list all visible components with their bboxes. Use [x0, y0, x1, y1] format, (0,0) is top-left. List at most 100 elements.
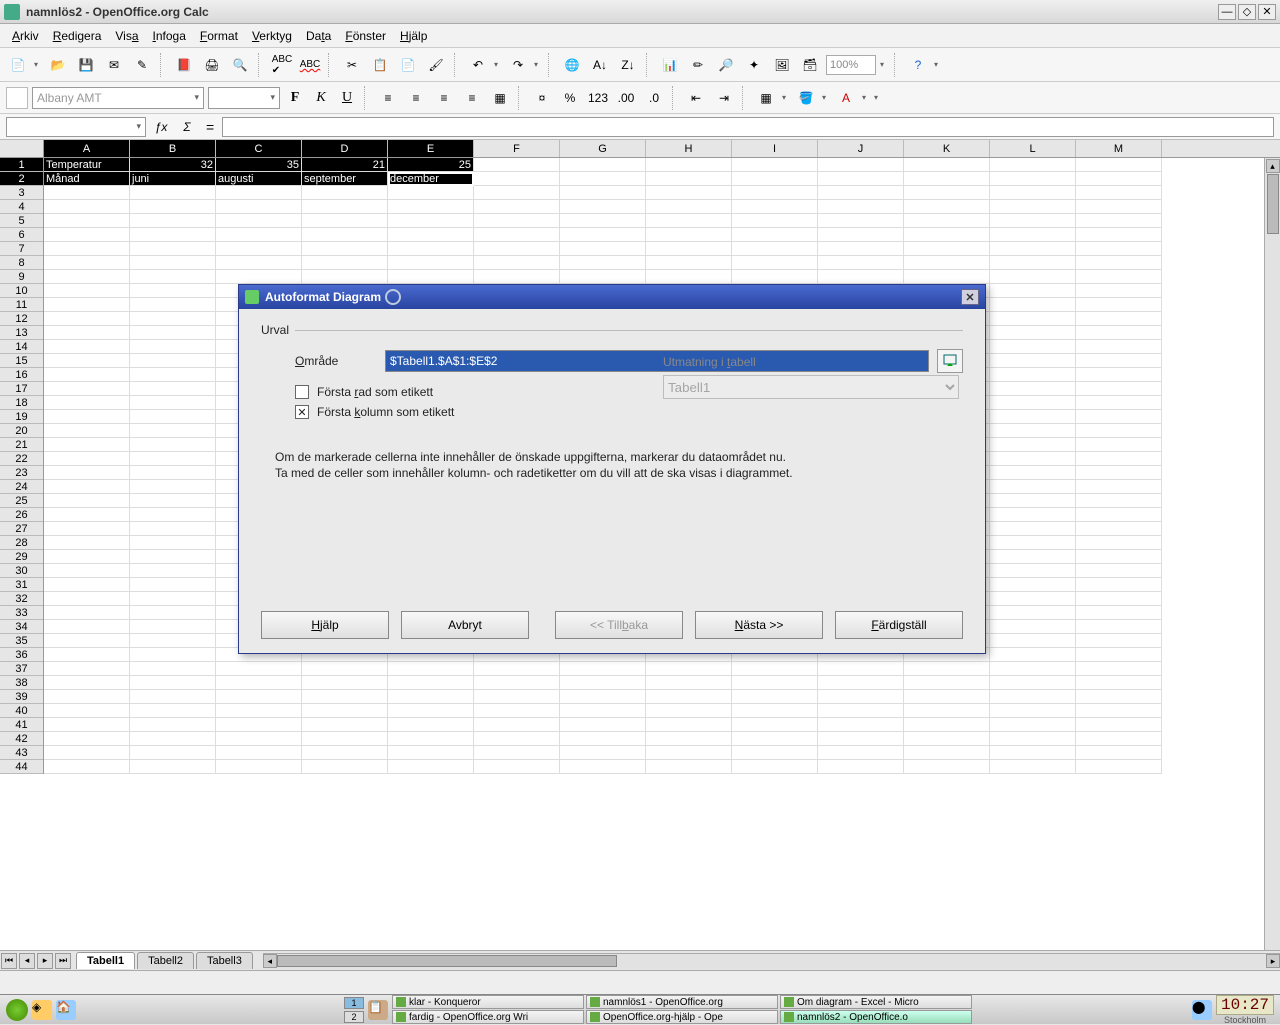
cell-L22[interactable] — [990, 452, 1076, 466]
decrease-indent-button[interactable]: ⇤ — [684, 86, 708, 110]
cell-F37[interactable] — [474, 662, 560, 676]
cell-H40[interactable] — [646, 704, 732, 718]
cell-D3[interactable] — [302, 186, 388, 200]
cell-K9[interactable] — [904, 270, 990, 284]
new-dropdown[interactable]: ▾ — [34, 60, 42, 69]
cell-D1[interactable]: 21 — [302, 158, 388, 172]
cell-A42[interactable] — [44, 732, 130, 746]
cell-H6[interactable] — [646, 228, 732, 242]
cell-L3[interactable] — [990, 186, 1076, 200]
cell-B9[interactable] — [130, 270, 216, 284]
cell-K41[interactable] — [904, 718, 990, 732]
percent-button[interactable]: % — [558, 86, 582, 110]
cell-F41[interactable] — [474, 718, 560, 732]
cell-B2[interactable]: juni — [130, 172, 216, 186]
cell-L28[interactable] — [990, 536, 1076, 550]
cell-A24[interactable] — [44, 480, 130, 494]
cell-G1[interactable] — [560, 158, 646, 172]
cell-K6[interactable] — [904, 228, 990, 242]
rowhead-10[interactable]: 10 — [0, 284, 43, 298]
find-button[interactable]: 🔎 — [714, 53, 738, 77]
cell-K37[interactable] — [904, 662, 990, 676]
preview-button[interactable]: 🔍 — [228, 53, 252, 77]
cell-B42[interactable] — [130, 732, 216, 746]
rowhead-40[interactable]: 40 — [0, 704, 43, 718]
cell-F42[interactable] — [474, 732, 560, 746]
number-button[interactable]: 123 — [586, 86, 610, 110]
cell-H38[interactable] — [646, 676, 732, 690]
cell-L10[interactable] — [990, 284, 1076, 298]
cell-L11[interactable] — [990, 298, 1076, 312]
cell-I41[interactable] — [732, 718, 818, 732]
cell-L7[interactable] — [990, 242, 1076, 256]
cell-L12[interactable] — [990, 312, 1076, 326]
colhead-K[interactable]: K — [904, 140, 990, 157]
cell-M16[interactable] — [1076, 368, 1162, 382]
cell-B24[interactable] — [130, 480, 216, 494]
cell-B13[interactable] — [130, 326, 216, 340]
cell-A10[interactable] — [44, 284, 130, 298]
horizontal-scrollbar[interactable]: ◂ ▸ — [263, 953, 1280, 969]
cell-M15[interactable] — [1076, 354, 1162, 368]
cell-G8[interactable] — [560, 256, 646, 270]
colhead-B[interactable]: B — [130, 140, 216, 157]
rowhead-22[interactable]: 22 — [0, 452, 43, 466]
cell-L14[interactable] — [990, 340, 1076, 354]
cell-J9[interactable] — [818, 270, 904, 284]
desktop-2[interactable]: 2 — [344, 1011, 364, 1023]
cell-L23[interactable] — [990, 466, 1076, 480]
cell-B39[interactable] — [130, 690, 216, 704]
cell-C8[interactable] — [216, 256, 302, 270]
tab-first-button[interactable]: ⏮ — [1, 953, 17, 969]
sheet-tab-tabell3[interactable]: Tabell3 — [196, 952, 253, 969]
rowhead-5[interactable]: 5 — [0, 214, 43, 228]
cell-D2[interactable]: september — [302, 172, 388, 186]
cell-A19[interactable] — [44, 410, 130, 424]
colhead-L[interactable]: L — [990, 140, 1076, 157]
home-button[interactable]: 🏠 — [56, 1000, 76, 1020]
cell-L42[interactable] — [990, 732, 1076, 746]
cell-K44[interactable] — [904, 760, 990, 774]
taskbar-window-button[interactable]: namnlös2 - OpenOffice.o — [780, 1010, 972, 1024]
cell-A21[interactable] — [44, 438, 130, 452]
close-window-button[interactable]: ✕ — [1258, 4, 1276, 20]
cell-M37[interactable] — [1076, 662, 1162, 676]
cell-L44[interactable] — [990, 760, 1076, 774]
cell-C9[interactable] — [216, 270, 302, 284]
dialog-close-button[interactable]: ✕ — [961, 289, 979, 305]
taskbar-window-button[interactable]: klar - Konqueror — [392, 995, 584, 1009]
sheet-tab-tabell1[interactable]: Tabell1 — [76, 952, 135, 969]
rowhead-44[interactable]: 44 — [0, 760, 43, 774]
cell-C42[interactable] — [216, 732, 302, 746]
scroll-right-button[interactable]: ▸ — [1266, 954, 1280, 968]
cell-E3[interactable] — [388, 186, 474, 200]
merge-button[interactable]: ▦ — [488, 86, 512, 110]
colhead-F[interactable]: F — [474, 140, 560, 157]
autospell-button[interactable]: ABC — [298, 53, 322, 77]
cell-K43[interactable] — [904, 746, 990, 760]
cell-L43[interactable] — [990, 746, 1076, 760]
cell-H44[interactable] — [646, 760, 732, 774]
cell-H37[interactable] — [646, 662, 732, 676]
cell-I7[interactable] — [732, 242, 818, 256]
cell-C5[interactable] — [216, 214, 302, 228]
cell-D38[interactable] — [302, 676, 388, 690]
cell-I9[interactable] — [732, 270, 818, 284]
cell-M38[interactable] — [1076, 676, 1162, 690]
cell-B10[interactable] — [130, 284, 216, 298]
cell-C38[interactable] — [216, 676, 302, 690]
cell-K3[interactable] — [904, 186, 990, 200]
cell-I43[interactable] — [732, 746, 818, 760]
save-button[interactable]: 💾 — [74, 53, 98, 77]
cell-G43[interactable] — [560, 746, 646, 760]
cell-D9[interactable] — [302, 270, 388, 284]
cell-M21[interactable] — [1076, 438, 1162, 452]
cell-A22[interactable] — [44, 452, 130, 466]
cell-F5[interactable] — [474, 214, 560, 228]
cell-B6[interactable] — [130, 228, 216, 242]
cell-M20[interactable] — [1076, 424, 1162, 438]
cell-D42[interactable] — [302, 732, 388, 746]
cell-L16[interactable] — [990, 368, 1076, 382]
cell-A29[interactable] — [44, 550, 130, 564]
vertical-scrollbar[interactable]: ▴ — [1264, 158, 1280, 950]
